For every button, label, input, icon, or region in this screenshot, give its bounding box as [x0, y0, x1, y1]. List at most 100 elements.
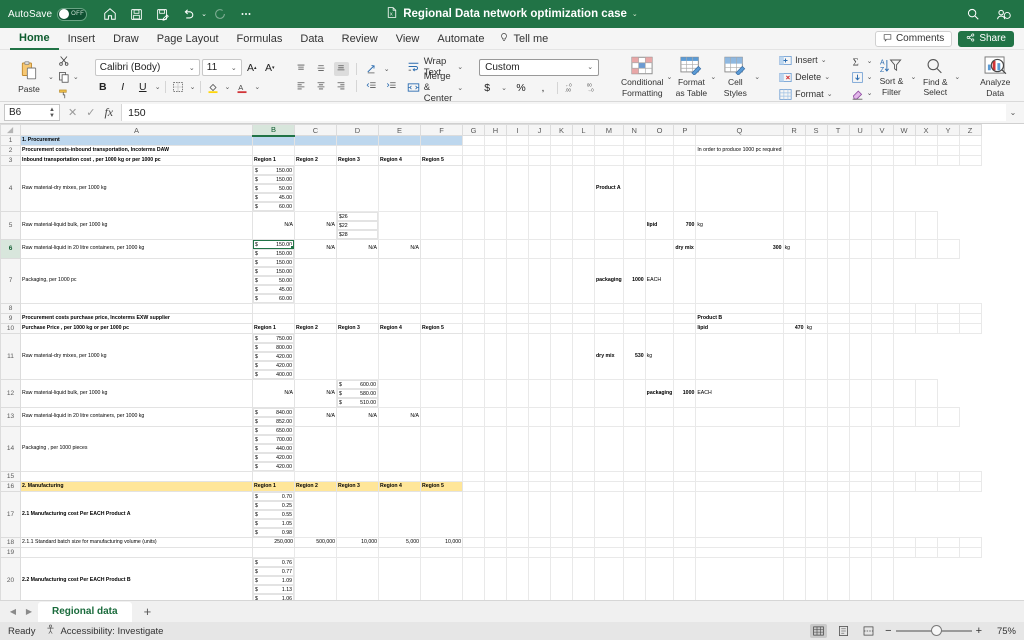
cell-F8[interactable] — [420, 303, 463, 314]
cell-N13[interactable] — [594, 407, 624, 427]
cell-I4[interactable] — [378, 165, 421, 212]
borders-icon[interactable] — [170, 79, 186, 95]
cell-E6[interactable]: N/A — [336, 239, 379, 259]
format-painter-icon[interactable] — [57, 86, 71, 100]
align-right-icon[interactable] — [334, 79, 349, 93]
cell-Z18[interactable] — [958, 537, 982, 548]
cell-A14[interactable]: Packaging , per 1000 pieces — [20, 425, 253, 472]
cell-A1[interactable]: 1. Procurement — [20, 135, 253, 146]
cell-L10[interactable] — [572, 323, 595, 334]
cell-I6[interactable] — [484, 239, 507, 259]
cell-E15[interactable] — [378, 471, 421, 482]
cell-P10[interactable] — [673, 323, 697, 334]
cell-S18[interactable] — [804, 537, 828, 548]
cell-I19[interactable] — [506, 547, 529, 558]
column-header-F[interactable]: F — [420, 124, 463, 136]
zoom-track[interactable] — [895, 625, 972, 636]
cell-H9[interactable] — [484, 313, 507, 324]
cell-G19[interactable] — [462, 547, 485, 558]
cell-S2[interactable] — [804, 145, 828, 156]
column-header-L[interactable]: L — [572, 124, 595, 136]
cell-B16[interactable]: Region 1 — [252, 481, 295, 492]
cell-G6[interactable] — [420, 239, 463, 259]
cell-Z10[interactable] — [958, 323, 982, 334]
cell-W17[interactable] — [804, 491, 828, 538]
cell-G4[interactable] — [294, 165, 337, 212]
cell-N16[interactable] — [622, 481, 646, 492]
cell-J13[interactable] — [506, 407, 529, 427]
cell-B6[interactable]: $150.00 — [253, 240, 294, 249]
cell-O14[interactable] — [550, 425, 573, 472]
cell-U17[interactable] — [695, 491, 784, 538]
cell-J3[interactable] — [528, 155, 551, 166]
cell-F9[interactable] — [420, 313, 463, 324]
cell-J10[interactable] — [528, 323, 551, 334]
cell-E13[interactable]: N/A — [336, 407, 379, 427]
cell-U8[interactable] — [848, 303, 872, 314]
cell-I11[interactable] — [378, 333, 421, 380]
cell-K4[interactable] — [462, 165, 485, 212]
cell-R13[interactable] — [695, 407, 784, 427]
cell-W5[interactable] — [848, 211, 872, 240]
cell-Q5[interactable]: lipid — [644, 211, 675, 240]
cell-Q18[interactable] — [695, 537, 784, 548]
cell-Y13[interactable] — [914, 407, 938, 427]
cell-H16[interactable] — [484, 481, 507, 492]
cell-M7[interactable] — [506, 257, 529, 304]
column-header-Z[interactable]: Z — [958, 124, 982, 136]
cell-N4[interactable] — [528, 165, 551, 212]
cell-D16[interactable]: Region 3 — [336, 481, 379, 492]
spreadsheet-grid[interactable]: ABCDEFGHIJKLMNOPQRSTUVWXYZ 1 1. Procureme… — [0, 124, 1024, 600]
cell-D4[interactable]: $50.00 — [253, 184, 294, 193]
cell-styles-dropdown-icon[interactable]: ⌄ — [754, 73, 760, 81]
cell-U4[interactable] — [695, 165, 784, 212]
cell-K7[interactable] — [462, 257, 485, 304]
cell-R19[interactable] — [782, 547, 806, 558]
cell-V10[interactable] — [870, 323, 894, 334]
cell-X1[interactable] — [914, 135, 938, 146]
cell-N20[interactable] — [528, 557, 551, 600]
cell-K10[interactable] — [550, 323, 573, 334]
cell-B15[interactable] — [252, 471, 295, 482]
cell-X9[interactable] — [914, 313, 938, 324]
increase-indent-icon[interactable] — [384, 79, 399, 93]
cell-M20[interactable] — [506, 557, 529, 600]
cell-S5[interactable]: kg — [695, 211, 784, 240]
chevron-down-icon[interactable]: ⌄ — [824, 73, 830, 81]
cell-A20[interactable]: 2.2 Manufacturing cost Per EACH Product … — [20, 557, 253, 600]
cell-H12[interactable] — [420, 379, 463, 408]
cell-H15[interactable] — [484, 471, 507, 482]
accessibility-checker[interactable]: Accessibility: Investigate — [45, 624, 163, 638]
cell-H4[interactable] — [336, 165, 379, 212]
cell-K5[interactable] — [506, 211, 529, 240]
cell-R15[interactable] — [782, 471, 806, 482]
cell-D12[interactable]: $600.00 — [337, 380, 378, 389]
cell-T10[interactable] — [826, 323, 850, 334]
cell-U6[interactable] — [826, 239, 850, 259]
cell-S14[interactable] — [644, 425, 675, 472]
cell-L11[interactable] — [484, 333, 507, 380]
cell-K11[interactable] — [462, 333, 485, 380]
cell-Z12[interactable] — [914, 379, 938, 408]
cell-T6[interactable] — [804, 239, 828, 259]
cell-P16[interactable] — [673, 481, 697, 492]
cell-H10[interactable] — [484, 323, 507, 334]
cell-X7[interactable] — [826, 257, 850, 304]
cell-D14[interactable]: $440.00 — [253, 444, 294, 453]
cell-E9[interactable] — [378, 313, 421, 324]
normal-view-icon[interactable] — [810, 624, 828, 638]
cell-V11[interactable] — [782, 333, 806, 380]
cell-R16[interactable] — [782, 481, 806, 492]
cell-N11[interactable] — [528, 333, 551, 380]
align-bottom-icon[interactable] — [333, 61, 349, 76]
cell-C2[interactable] — [294, 145, 337, 156]
tab-formulas[interactable]: Formulas — [228, 28, 292, 50]
cell-F14[interactable]: $420.00 — [253, 462, 294, 471]
cell-G7[interactable] — [294, 257, 337, 304]
cell-D11[interactable]: $420.00 — [253, 352, 294, 361]
cell-V2[interactable] — [870, 145, 894, 156]
cell-B2[interactable] — [252, 145, 295, 156]
cell-Y14[interactable] — [848, 425, 872, 472]
cell-S6[interactable]: kg — [782, 239, 806, 259]
cell-H19[interactable] — [484, 547, 507, 558]
